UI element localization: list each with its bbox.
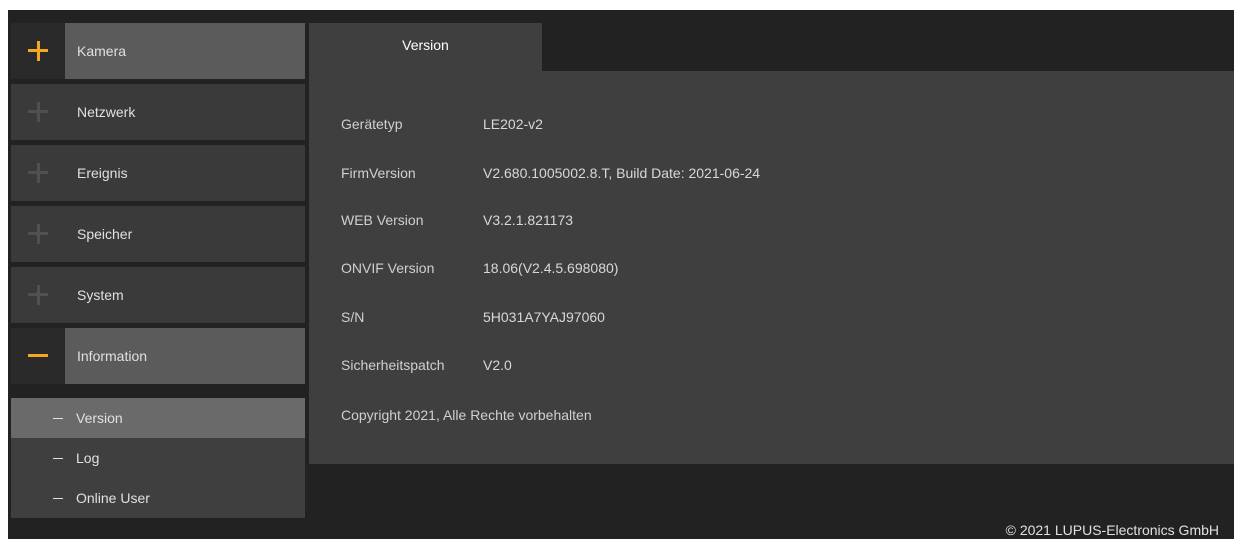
info-row-onvif-version: ONVIF Version 18.06(V2.4.5.698080) <box>341 260 618 276</box>
info-value: LE202-v2 <box>483 116 543 132</box>
info-row-web-version: WEB Version V3.2.1.821173 <box>341 212 573 228</box>
tab-version[interactable]: Version <box>309 23 542 71</box>
plus-icon <box>11 23 65 79</box>
plus-icon <box>11 267 65 323</box>
plus-icon <box>11 145 65 201</box>
sidebar-item-information[interactable]: Information <box>11 328 305 384</box>
info-label: Gerätetyp <box>341 116 403 132</box>
sidebar-item-kamera[interactable]: Kamera <box>11 23 305 79</box>
information-submenu: Version Log Online User <box>11 398 305 518</box>
info-row-firmversion: FirmVersion V2.680.1005002.8.T, Build Dat… <box>341 165 760 181</box>
info-value: V2.680.1005002.8.T, Build Date: 2021-06-… <box>483 165 761 181</box>
copyright-text: Copyright 2021, Alle Rechte vorbehalten <box>341 407 592 423</box>
info-label: ONVIF Version <box>341 260 435 276</box>
sidebar-item-label: Information <box>77 348 148 364</box>
sidebar-item-label: Kamera <box>77 43 127 59</box>
plus-icon <box>11 206 65 262</box>
subitem-label: Version <box>76 410 123 426</box>
subitem-label: Online User <box>76 490 150 506</box>
info-row-geraetetyp: Gerätetyp LE202-v2 <box>341 116 543 132</box>
info-label: S/N <box>341 309 365 325</box>
dash-icon <box>53 497 63 499</box>
info-value: 5H031A7YAJ97060 <box>483 309 605 325</box>
dash-icon <box>53 417 63 419</box>
info-value: 18.06(V2.4.5.698080) <box>483 260 619 276</box>
version-panel: Gerätetyp LE202-v2 FirmVersion V2.680.1005… <box>309 71 1234 464</box>
info-label: FirmVersion <box>341 165 416 181</box>
sidebar-item-label: Netzwerk <box>77 104 136 120</box>
minus-icon <box>11 328 65 384</box>
info-value: V2.0 <box>483 357 512 373</box>
info-row-sicherheitspatch: Sicherheitspatch V2.0 <box>341 357 512 373</box>
footer-copyright: © 2021 LUPUS-Electronics GmbH <box>1005 522 1219 538</box>
info-label: Sicherheitspatch <box>341 357 445 373</box>
sidebar-item-ereignis[interactable]: Ereignis <box>11 145 305 201</box>
sidebar-item-speicher[interactable]: Speicher <box>11 206 305 262</box>
sidebar-item-label: Ereignis <box>77 165 128 181</box>
dash-icon <box>53 457 63 459</box>
subitem-log[interactable]: Log <box>11 438 305 478</box>
info-row-sn: S/N 5H031A7YAJ97060 <box>341 309 605 325</box>
info-value: V3.2.1.821173 <box>483 212 574 228</box>
sidebar-item-netzwerk[interactable]: Netzwerk <box>11 84 305 140</box>
subitem-label: Log <box>76 450 100 466</box>
sidebar-item-label: System <box>77 287 124 303</box>
plus-icon <box>11 84 65 140</box>
subitem-version[interactable]: Version <box>11 398 305 438</box>
subitem-online-user[interactable]: Online User <box>11 478 305 518</box>
info-label: WEB Version <box>341 212 424 228</box>
tab-label: Version <box>402 37 449 53</box>
sidebar-item-label: Speicher <box>77 226 133 242</box>
sidebar-item-system[interactable]: System <box>11 267 305 323</box>
